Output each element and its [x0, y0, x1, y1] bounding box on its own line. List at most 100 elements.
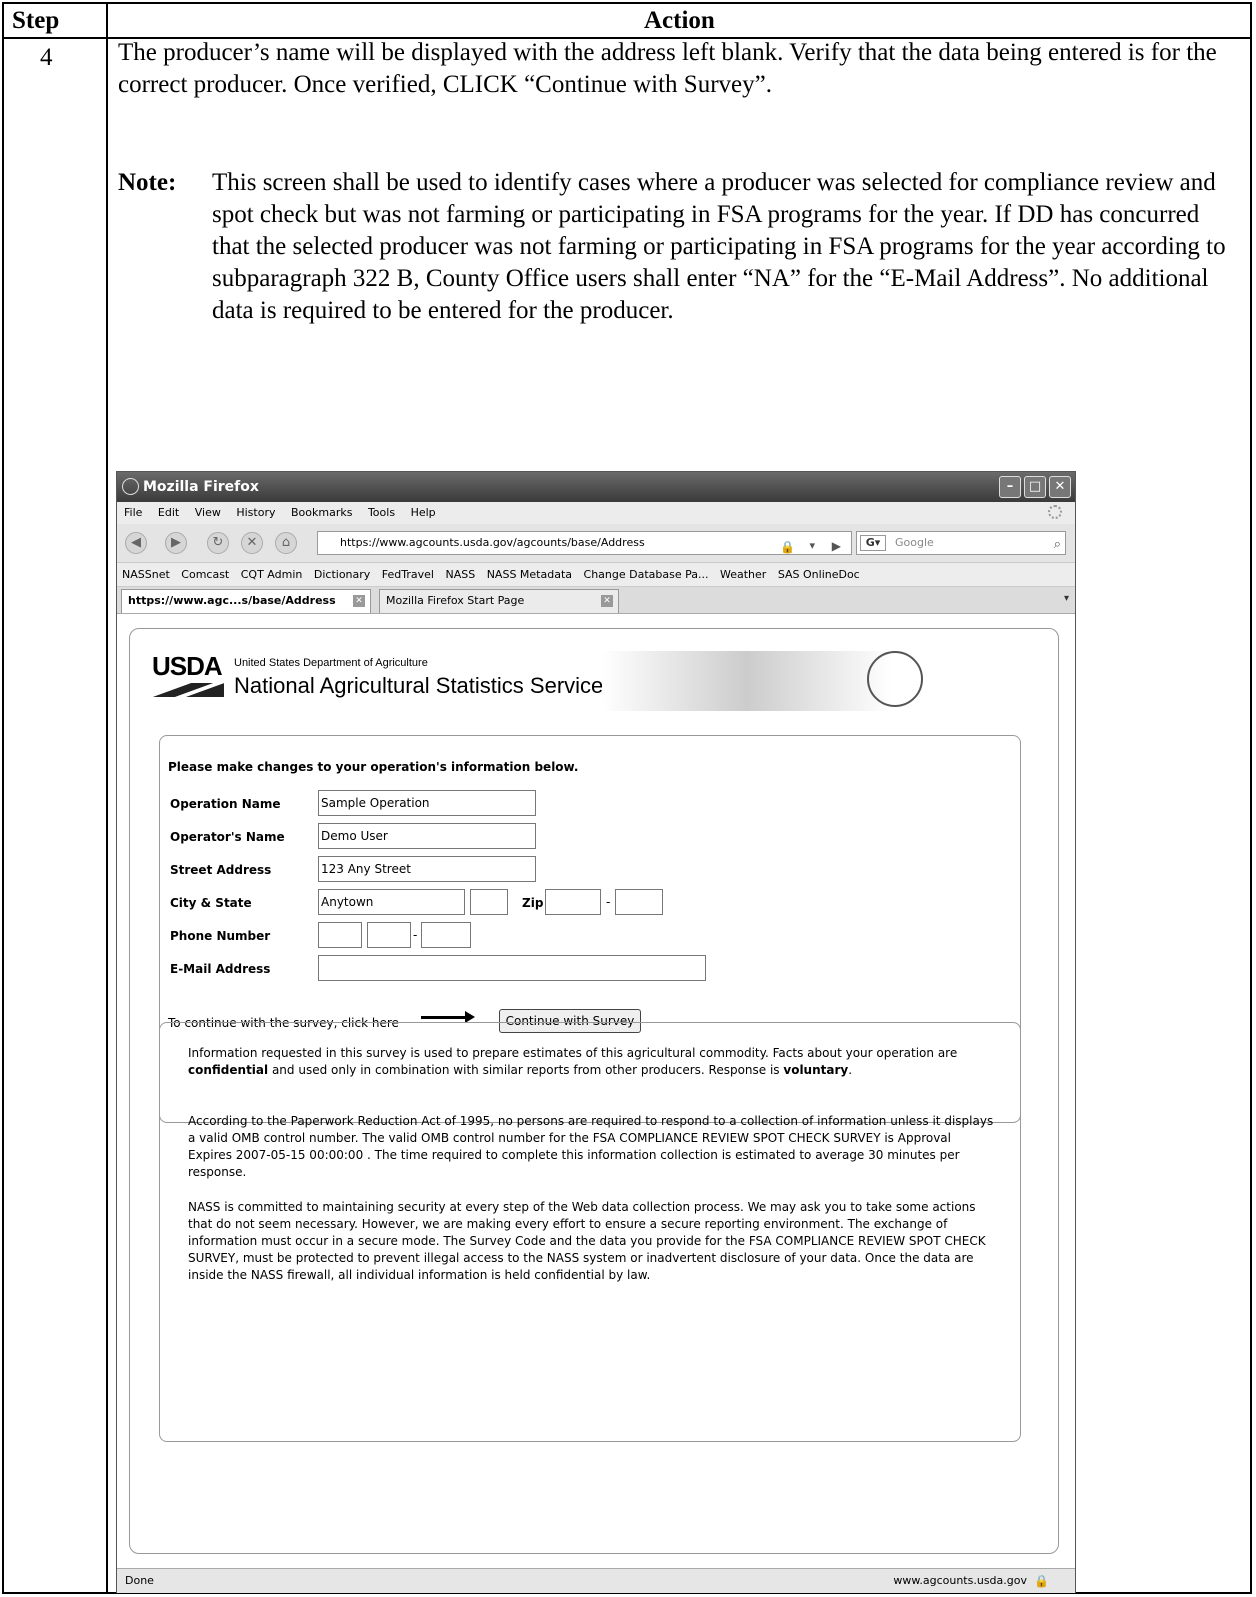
zip-extension-input[interactable] [615, 889, 663, 915]
menu-edit[interactable]: Edit [158, 506, 179, 519]
email-input[interactable] [318, 955, 706, 981]
lock-icon: 🔒 [780, 540, 795, 554]
status-domain: www.agcounts.usda.gov [893, 1574, 1027, 1587]
bookmark-fedtravel[interactable]: FedTravel [382, 568, 434, 581]
info-paragraph-3: NASS is committed to maintaining securit… [188, 1200, 986, 1282]
tab-close-icon[interactable]: ✕ [353, 595, 365, 607]
information-box: Information requested in this survey is … [159, 1022, 1021, 1442]
note-label: Note: [118, 169, 177, 196]
search-input[interactable]: G▾ Google ⌕ [856, 531, 1066, 555]
bookmark-nass[interactable]: NASS [445, 568, 475, 581]
operator-name-input[interactable]: Demo User [318, 823, 536, 849]
operator-name-label: Operator's Name [170, 830, 285, 844]
tab-start-page[interactable]: Mozilla Firefox Start Page ✕ [379, 589, 619, 613]
nass-seal-icon [867, 651, 923, 707]
bookmark-weather[interactable]: Weather [720, 568, 766, 581]
banner-gradient [602, 651, 892, 711]
form-intro: Please make changes to your operation's … [168, 760, 579, 774]
usda-logo: USDA [152, 651, 223, 681]
zip-separator: - [606, 895, 611, 909]
bookmark-comcast[interactable]: Comcast [181, 568, 229, 581]
nass-banner: USDA United States Department of Agricul… [152, 651, 1034, 715]
forward-icon[interactable]: ▶ [165, 532, 187, 554]
city-state-label: City & State [170, 896, 252, 910]
back-icon[interactable]: ◀ [125, 532, 147, 554]
info-bold-confidential: confidential [188, 1063, 269, 1077]
minimize-icon[interactable]: – [999, 476, 1021, 498]
menu-history[interactable]: History [236, 506, 275, 519]
header-step: Step [12, 7, 60, 34]
go-icon[interactable]: ▶ [832, 535, 841, 557]
phone-prefix-input[interactable] [367, 922, 411, 948]
tab-address[interactable]: https://www.agc...s/base/Address ✕ [121, 589, 371, 613]
page-content: USDA United States Department of Agricul… [117, 614, 1075, 1568]
bookmark-sas-onlinedoc[interactable]: SAS OnlineDoc [778, 568, 860, 581]
info-paragraph-2: According to the Paperwork Reduction Act… [188, 1114, 994, 1179]
header-action: Action [644, 7, 715, 34]
phone-area-code-input[interactable] [318, 922, 362, 948]
tab-address-label: https://www.agc...s/base/Address [128, 594, 336, 607]
search-icon[interactable]: ⌕ [1054, 534, 1061, 556]
step-number: 4 [40, 44, 53, 71]
bookmark-change-database[interactable]: Change Database Pa... [584, 568, 709, 581]
tab-close-icon[interactable]: ✕ [601, 595, 613, 607]
city-input[interactable]: Anytown [318, 889, 465, 915]
arrow-right-icon [421, 1011, 475, 1023]
phone-number-label: Phone Number [170, 929, 271, 943]
stop-icon[interactable]: ✕ [241, 532, 263, 554]
maximize-icon[interactable]: □ [1024, 476, 1046, 498]
bookmark-nassnet[interactable]: NASSnet [122, 568, 170, 581]
info-bold-voluntary: voluntary [783, 1063, 849, 1077]
menu-tools[interactable]: Tools [368, 506, 395, 519]
url-bar[interactable]: https://www.agcounts.usda.gov/agcounts/b… [317, 531, 852, 555]
status-bar: Done www.agcounts.usda.gov 🔒 [117, 1568, 1075, 1593]
phone-separator: - [413, 928, 418, 942]
info-text: . [848, 1063, 853, 1077]
bookmark-cqt-admin[interactable]: CQT Admin [241, 568, 303, 581]
menu-view[interactable]: View [195, 506, 221, 519]
state-input[interactable] [470, 889, 508, 915]
tab-bar: https://www.agc...s/base/Address ✕ Mozil… [117, 587, 1075, 614]
close-icon[interactable]: ✕ [1049, 476, 1071, 498]
dropdown-icon[interactable]: ▾ [809, 535, 815, 557]
menu-file[interactable]: File [124, 506, 142, 519]
note-text: This screen shall be used to identify ca… [212, 169, 1226, 324]
tab-start-page-label: Mozilla Firefox Start Page [386, 594, 525, 607]
home-icon[interactable]: ⌂ [275, 532, 297, 554]
navigation-toolbar: ◀ ▶ ↻ ✕ ⌂ https://www.agcounts.usda.gov/… [117, 524, 1075, 563]
tab-list-icon[interactable]: ▾ [1064, 593, 1069, 604]
bookmark-nass-metadata[interactable]: NASS Metadata [487, 568, 572, 581]
street-address-input[interactable]: 123 Any Street [318, 856, 536, 882]
search-placeholder: Google [895, 536, 934, 549]
phone-line-input[interactable] [421, 922, 471, 948]
column-divider [106, 4, 108, 1592]
padlock-icon: 🔒 [1034, 1574, 1049, 1588]
firefox-window: Mozilla Firefox – □ ✕ File Edit View His… [116, 471, 1076, 1593]
zip-input[interactable] [545, 889, 601, 915]
menu-bookmarks[interactable]: Bookmarks [291, 506, 352, 519]
usda-swoosh-icon [152, 683, 224, 697]
operation-name-input[interactable]: Sample Operation [318, 790, 536, 816]
url-text: https://www.agcounts.usda.gov/agcounts/b… [340, 536, 645, 549]
content-frame: USDA United States Department of Agricul… [129, 628, 1059, 1554]
instruction-paragraph: The producer’s name will be displayed wi… [118, 39, 1217, 98]
info-paragraph-1: Information requested in this survey is … [188, 1045, 998, 1079]
title-bar: Mozilla Firefox – □ ✕ [117, 472, 1075, 502]
bookmarks-toolbar: NASSnet Comcast CQT Admin Dictionary Fed… [117, 563, 1075, 587]
throbber-icon [1048, 505, 1062, 519]
bookmark-dictionary[interactable]: Dictionary [314, 568, 370, 581]
zip-label: Zip [522, 896, 544, 910]
search-engine-icon[interactable]: G▾ [860, 535, 886, 551]
street-address-label: Street Address [170, 863, 272, 877]
menu-help[interactable]: Help [411, 506, 436, 519]
status-text: Done [125, 1574, 154, 1587]
operation-name-label: Operation Name [170, 797, 281, 811]
menu-bar: File Edit View History Bookmarks Tools H… [117, 502, 1075, 524]
firefox-icon [122, 478, 139, 495]
agency-name: National Agricultural Statistics Service [234, 673, 604, 698]
window-title: Mozilla Firefox [143, 479, 259, 495]
email-label: E-Mail Address [170, 962, 271, 976]
info-text: and used only in combination with simila… [268, 1063, 784, 1077]
department-name: United States Department of Agriculture [234, 657, 428, 669]
reload-icon[interactable]: ↻ [207, 532, 229, 554]
